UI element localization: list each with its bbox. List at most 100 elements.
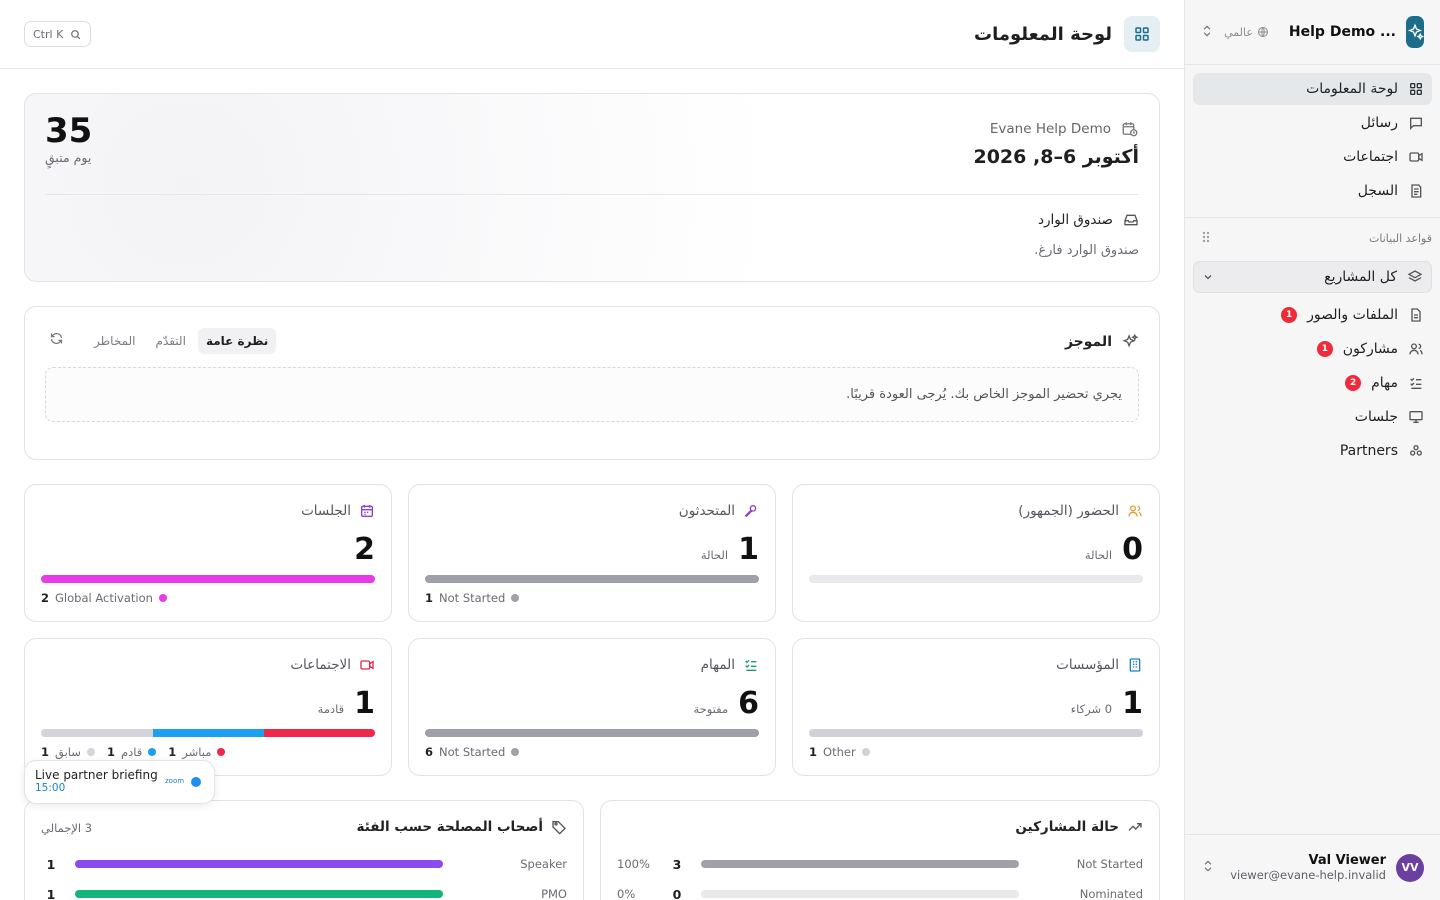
progress-bar (809, 729, 1143, 737)
count-badge: 1 (1316, 341, 1333, 357)
tasks-icon (745, 659, 757, 671)
legend-count: 1 (41, 745, 50, 759)
file-icon (1411, 308, 1421, 322)
legend-label: Not Started (439, 591, 506, 605)
event-name-row: Evane Help Demo (990, 120, 1139, 138)
count-badge: 2 (1345, 375, 1362, 391)
stat-header: المهام (701, 657, 759, 673)
drag-handle-icon[interactable] (1201, 230, 1211, 247)
stakeholder-rows: Speaker 1 PMO 1 (41, 849, 567, 900)
chevrons-updown-icon[interactable] (1200, 23, 1214, 42)
legend-label: سابق (55, 745, 81, 759)
db-item-files[interactable]: الملفات والصور 1 (1193, 299, 1432, 331)
card-header: أصحاب المصلحة حسب الفئة (357, 819, 567, 835)
bar-track (75, 890, 443, 898)
sparkles-icon (1122, 333, 1139, 348)
workspace-switcher[interactable]: ... Help Demo عالمي (1185, 0, 1440, 64)
db-item-label: مشاركون (1342, 341, 1398, 357)
search-button[interactable]: Ctrl K (24, 21, 92, 47)
stat-title: المهام (700, 657, 735, 673)
segmented-progress-bar (41, 729, 375, 737)
progress-bar (425, 575, 759, 583)
bar-track (701, 890, 1019, 898)
inbox-title: صندوق الوارد (1037, 212, 1113, 228)
legend-item: Other 1 (809, 745, 870, 759)
search-shortcut: Ctrl K (33, 27, 64, 41)
nav-item-dashboard[interactable]: لوحة المعلومات (1193, 73, 1432, 105)
calendar-clock-icon (1122, 122, 1138, 137)
nav-item-meetings[interactable]: اجتماعات (1193, 141, 1432, 173)
db-item-tasks[interactable]: مهام 2 (1193, 367, 1432, 399)
stat-card-speakers[interactable]: المتحدثون 1 الحالة Not Started 1 (408, 484, 776, 622)
stat-title: الجلسات (301, 503, 351, 519)
stat-header: الحضور (الجمهور) (1018, 503, 1143, 519)
users-icon (1128, 505, 1142, 517)
legend-dot (511, 594, 520, 602)
refresh-icon[interactable] (45, 327, 68, 354)
tab-progress[interactable]: التقدّم (148, 328, 194, 354)
legend-item: Not Started 6 (425, 745, 520, 759)
bar-segment (41, 729, 153, 737)
trending-up-icon (1128, 823, 1142, 831)
bar-label: Nominated (1079, 887, 1143, 900)
stat-card-meetings[interactable]: الاجتماعات 1 قادمة مباشر 1 قادم 1 سابق 1 (24, 638, 392, 776)
db-item-label: الملفات والصور (1307, 307, 1398, 323)
legend-dot (148, 748, 157, 756)
main-nav: لوحة المعلومات رسائل اجتماعات السجل (1185, 65, 1440, 217)
stat-title: المؤسسات (1056, 657, 1119, 673)
stat-card-organizations[interactable]: المؤسسات 1 0 شركاء Other 1 (792, 638, 1160, 776)
calendar-icon (361, 505, 373, 517)
bar-segment (263, 729, 375, 737)
workspace-scope-label: عالمي (1224, 25, 1253, 39)
user-email: viewer@evane-help.invalid (1230, 868, 1386, 882)
bar-label: Not Started (1076, 857, 1143, 871)
bar-label: PMO (541, 887, 567, 900)
stat-value: 1 (1122, 686, 1143, 721)
bar-row: Nominated 0 0% (617, 879, 1143, 900)
bar-count: 1 (46, 856, 56, 872)
globe-icon (1257, 27, 1268, 37)
tab-overview[interactable]: نظرة عامة (197, 327, 277, 354)
legend-item: مباشر 1 (168, 745, 226, 759)
chevron-down-icon (1204, 275, 1212, 280)
nav-item-label: لوحة المعلومات (1306, 81, 1398, 97)
stat-sub: مفتوحة (693, 702, 729, 716)
stat-title: الاجتماعات (290, 657, 351, 673)
stat-card-sessions[interactable]: الجلسات 2 Global Activation 2 (24, 484, 392, 622)
stat-title: الحضور (الجمهور) (1018, 503, 1119, 519)
user-menu[interactable]: VV Val Viewer viewer@evane-help.invalid (1185, 834, 1440, 900)
bar-count: 1 (46, 886, 56, 900)
stat-card-tasks[interactable]: المهام 6 مفتوحة Not Started 6 (408, 638, 776, 776)
event-name: Evane Help Demo (989, 121, 1111, 137)
progress-fill (425, 729, 759, 737)
nav-item-log[interactable]: السجل (1193, 175, 1432, 207)
db-item-participants[interactable]: مشاركون 1 (1193, 333, 1432, 365)
project-select[interactable]: كل المشاريع (1193, 261, 1432, 293)
legend-item: قادم 1 (106, 745, 157, 759)
legend-count: 6 (425, 745, 434, 759)
legend-count: 1 (106, 745, 115, 759)
bar-segment (152, 729, 264, 737)
brief-tabs: نظرة عامة التقدّم المخاطر (45, 327, 277, 354)
tab-risks[interactable]: المخاطر (86, 328, 144, 354)
video-icon (1409, 152, 1423, 162)
stat-value-row: 1 قادمة (318, 689, 375, 719)
stat-header: الجلسات (301, 503, 375, 519)
nav-item-messages[interactable]: رسائل (1193, 107, 1432, 139)
db-item-partners[interactable]: Partners (1193, 435, 1432, 467)
stakeholders-card: أصحاب المصلحة حسب الفئة 3 الإجمالي Speak… (24, 800, 584, 900)
legend-dot (86, 748, 95, 756)
stakeholders-total: 3 الإجمالي (41, 821, 93, 835)
days-left-label: يوم متبقٍ (45, 149, 92, 165)
databases-section-title: قواعد البيانات (1185, 218, 1440, 253)
databases-title: قواعد البيانات (1369, 232, 1432, 245)
legend-item: Global Activation 2 (41, 591, 167, 605)
divider (45, 194, 1139, 195)
stat-card-audience[interactable]: الحضور (الجمهور) 0 الحالة (792, 484, 1160, 622)
card-title: أصحاب المصلحة حسب الفئة (356, 819, 543, 835)
stat-value-row: 6 مفتوحة (693, 689, 759, 719)
upcoming-meeting-toast[interactable]: Live partner briefing 15:00 zoom (24, 760, 215, 804)
brief-message: يجري تحضير الموجز الخاص بك. يُرجى العودة… (45, 367, 1139, 422)
card-header: حالة المشاركين (1015, 819, 1143, 835)
db-item-sessions[interactable]: جلسات (1193, 401, 1432, 433)
